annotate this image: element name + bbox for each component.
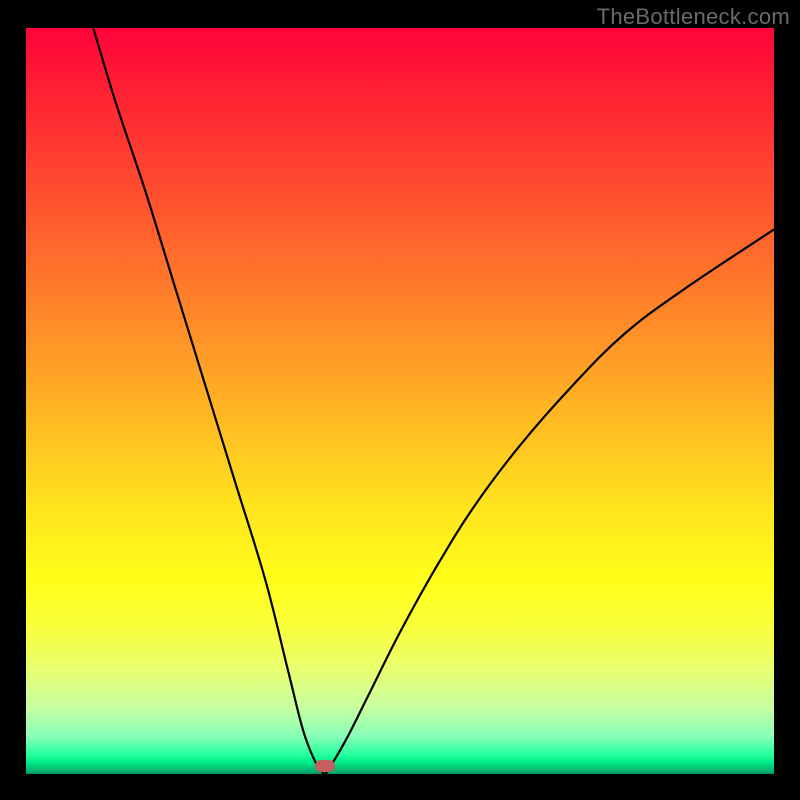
bottleneck-curve xyxy=(93,28,774,774)
watermark-text: TheBottleneck.com xyxy=(597,4,790,30)
min-marker xyxy=(315,760,335,772)
chart-frame: TheBottleneck.com xyxy=(0,0,800,800)
plot-area xyxy=(26,28,774,774)
curve-svg xyxy=(26,28,774,774)
